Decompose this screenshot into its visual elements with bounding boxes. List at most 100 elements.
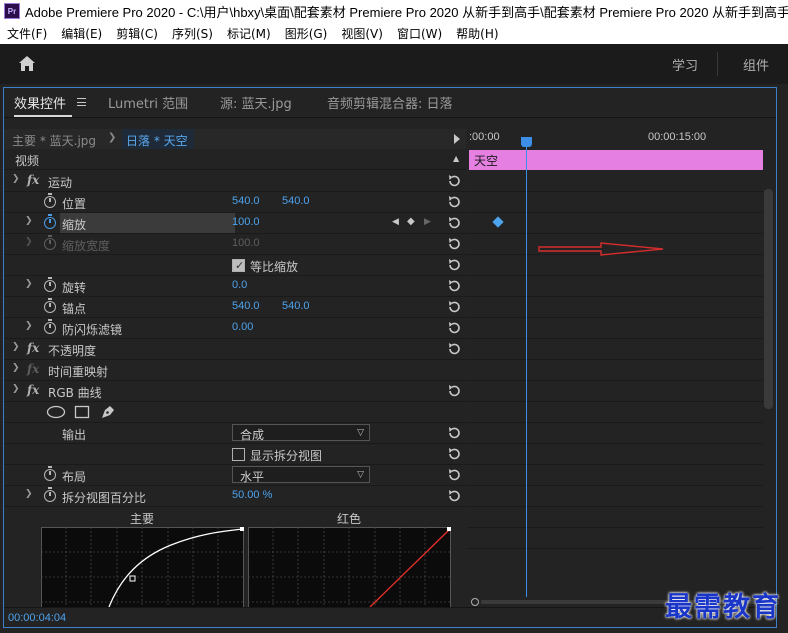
effect-controls-panel: 效果控件 Lumetri 范围 源: 蓝天.jpg 音频剪辑混合器: 日落 主要… [3,87,777,628]
menu-sequence[interactable]: 序列(S) [165,25,220,42]
tab-lumetri-scopes[interactable]: Lumetri 范围 [108,93,188,112]
menu-help[interactable]: 帮助(H) [449,25,505,42]
fx-badge-icon[interactable]: fx [27,173,39,187]
effect-row-time-remap[interactable]: ❯ fx 时间重映射 [4,360,466,381]
timeline-row-divider [467,548,763,549]
effect-name-rgb-curves: RGB 曲线 [48,386,102,400]
param-label-layout: 布局 [62,470,87,484]
master-clip-label[interactable]: 主要 * 蓝天.jpg [12,132,96,149]
effect-row-motion[interactable]: ❯ fx 运动 [4,171,466,192]
next-keyframe-icon[interactable]: ▶ [424,217,431,227]
param-row-layout: 布局 水平 ▽ [4,465,466,486]
current-timecode[interactable]: 00:00:04:04 [8,612,66,624]
scale-keyframe[interactable] [492,216,504,228]
uniform-scale-label: 等比缩放 [250,260,299,274]
chevron-right-icon[interactable]: ❯ [25,216,33,226]
clip-bar[interactable]: 天空 [469,150,763,170]
chevron-right-icon[interactable]: ❯ [25,489,33,499]
play-clip-icon[interactable] [454,134,460,144]
menu-markers[interactable]: 标记(M) [220,25,278,42]
anchor-x-value[interactable]: 540.0 [232,300,260,312]
workspace-tab-learn[interactable]: 学习 [672,55,698,74]
red-curve-graph[interactable] [248,527,451,607]
menu-graphics[interactable]: 图形(G) [278,25,335,42]
param-row-show-split: 显示拆分视图 [4,444,466,465]
reset-icon[interactable] [447,258,461,272]
uniform-scale-checkbox[interactable]: ✓ [232,259,245,272]
output-dropdown[interactable]: 合成 ▽ [232,424,370,442]
position-x-value[interactable]: 540.0 [232,195,260,207]
stopwatch-icon[interactable] [44,277,56,292]
chevron-down-icon[interactable]: ❯ [108,132,116,143]
timeline-row-divider [467,464,763,465]
layout-dropdown[interactable]: 水平 ▽ [232,466,370,484]
chevron-right-icon[interactable]: ❯ [12,342,20,352]
reset-icon[interactable] [447,468,461,482]
chevron-right-icon[interactable]: ❯ [12,363,20,373]
stopwatch-icon[interactable] [44,298,56,313]
watermark-text: 最需教育 [665,592,781,623]
reset-icon[interactable] [447,342,461,356]
param-row-uniform-scale: ✓ 等比缩放 [4,255,466,276]
workspace-tab-assembly[interactable]: 组件 [743,55,769,74]
param-label-anti-flicker: 防闪烁滤镜 [62,323,123,337]
scale-value[interactable]: 100.0 [232,216,260,228]
chevron-right-icon[interactable]: ❯ [25,321,33,331]
scroll-handle-left[interactable] [471,598,479,606]
timeline-row-divider [467,401,763,402]
reset-icon[interactable] [447,216,461,230]
menu-window[interactable]: 窗口(W) [390,25,449,42]
fx-badge-icon[interactable]: fx [27,341,39,355]
effect-row-opacity[interactable]: ❯ fx 不透明度 [4,339,466,360]
reset-icon[interactable] [447,195,461,209]
master-curve-graph[interactable] [41,527,244,607]
menu-view[interactable]: 视图(V) [334,25,390,42]
effect-row-rgb-curves[interactable]: ❯ fx RGB 曲线 [4,381,466,402]
show-split-view-checkbox[interactable] [232,448,245,461]
tab-audio-clip-mixer[interactable]: 音频剪辑混合器: 日落 [327,93,453,112]
reset-icon[interactable] [447,300,461,314]
reset-icon[interactable] [447,174,461,188]
menu-edit[interactable]: 编辑(E) [54,25,109,42]
timeline-vertical-scrollbar[interactable] [764,189,773,409]
reset-icon[interactable] [447,489,461,503]
tab-source[interactable]: 源: 蓝天.jpg [220,93,292,112]
stopwatch-icon[interactable] [44,487,56,502]
home-icon[interactable] [18,55,36,73]
panel-tab-bar: 效果控件 Lumetri 范围 源: 蓝天.jpg 音频剪辑混合器: 日落 [4,88,776,118]
reset-icon[interactable] [447,237,461,251]
timeline-row-divider [467,233,763,234]
chevron-down-icon[interactable]: ❯ [12,384,20,394]
position-y-value[interactable]: 540.0 [282,195,310,207]
time-ruler[interactable]: :00:00 00:00:15:00 [467,129,763,149]
fx-badge-icon[interactable]: fx [27,383,39,397]
panel-menu-icon[interactable] [77,98,86,106]
stopwatch-icon[interactable] [44,319,56,334]
chevron-right-icon[interactable]: ❯ [25,279,33,289]
stopwatch-icon[interactable] [44,466,56,481]
playhead-line[interactable] [526,137,527,597]
sequence-clip-label[interactable]: 日落 * 天空 [122,129,194,149]
chevron-down-icon[interactable]: ❯ [12,174,20,184]
add-keyframe-icon[interactable]: ◆ [407,216,415,227]
stopwatch-icon[interactable] [44,193,56,208]
prev-keyframe-icon[interactable]: ◀ [392,217,399,227]
reset-icon[interactable] [447,279,461,293]
tab-effect-controls[interactable]: 效果控件 [14,93,66,112]
ellipse-mask-icon[interactable] [46,405,66,419]
split-percent-value[interactable]: 50.00 % [232,489,272,501]
timeline-row-divider [467,212,763,213]
reset-icon[interactable] [447,321,461,335]
reset-icon[interactable] [447,426,461,440]
menu-clip[interactable]: 剪辑(C) [109,25,165,42]
anchor-y-value[interactable]: 540.0 [282,300,310,312]
collapse-up-icon[interactable]: ▲ [453,154,459,163]
pen-mask-icon[interactable] [100,404,116,420]
rectangle-mask-icon[interactable] [74,405,90,419]
reset-icon[interactable] [447,447,461,461]
stopwatch-icon[interactable] [44,214,56,229]
anti-flicker-value[interactable]: 0.00 [232,321,253,333]
menu-file[interactable]: 文件(F) [0,25,54,42]
reset-icon[interactable] [447,384,461,398]
rotation-value[interactable]: 0.0 [232,279,247,291]
